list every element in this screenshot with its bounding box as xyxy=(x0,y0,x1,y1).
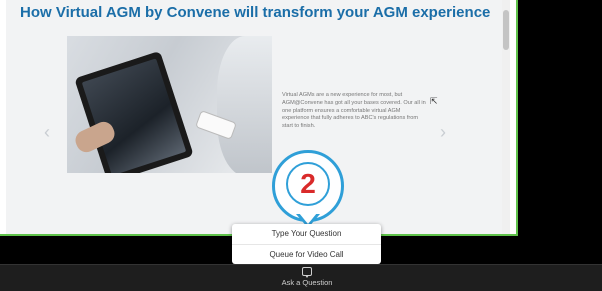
slide-photo xyxy=(67,36,272,173)
tablet-image xyxy=(74,50,194,173)
next-arrow-icon[interactable]: › xyxy=(440,122,446,143)
queue-video-call-item[interactable]: Queue for Video Call xyxy=(232,244,381,264)
slide-area: How Virtual AGM by Convene will transfor… xyxy=(6,0,510,234)
ask-question-button[interactable]: Ask a Question xyxy=(271,266,343,290)
mouse-cursor-icon: ⇱ xyxy=(430,96,438,106)
scrollbar-thumb[interactable] xyxy=(503,10,509,50)
type-your-question-item[interactable]: Type Your Question xyxy=(232,224,381,244)
ask-question-label: Ask a Question xyxy=(281,278,333,287)
meeting-window: How Virtual AGM by Convene will transfor… xyxy=(0,0,602,291)
chat-bubble-icon xyxy=(302,267,312,278)
slide-description: Virtual AGMs are a new experience for mo… xyxy=(282,92,426,130)
shared-screen: How Virtual AGM by Convene will transfor… xyxy=(0,0,518,236)
previous-arrow-icon[interactable]: ‹ xyxy=(44,122,50,143)
slide-title: How Virtual AGM by Convene will transfor… xyxy=(20,4,491,21)
vertical-scrollbar[interactable] xyxy=(502,0,510,234)
step-number: 2 xyxy=(286,162,330,206)
question-menu: Type Your Question Queue for Video Call xyxy=(232,224,381,264)
